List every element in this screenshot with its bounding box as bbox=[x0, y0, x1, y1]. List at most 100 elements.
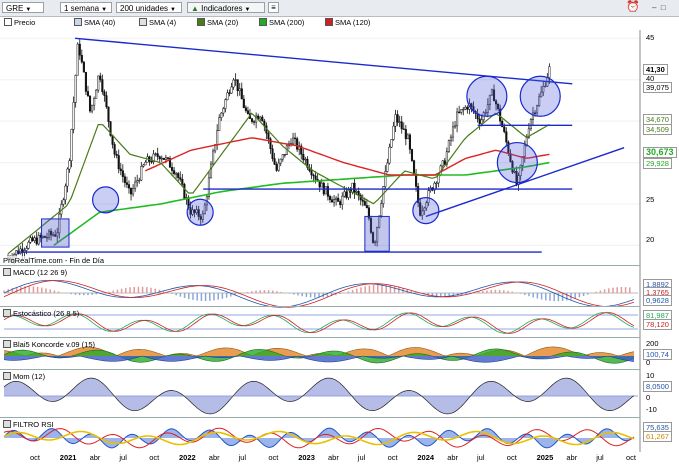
candle bbox=[529, 119, 532, 130]
candle bbox=[312, 174, 315, 177]
candle bbox=[144, 161, 147, 166]
candle bbox=[222, 108, 225, 114]
highlight-circle bbox=[466, 75, 508, 117]
time-tick: abr bbox=[89, 453, 101, 462]
candle bbox=[123, 176, 126, 183]
candle bbox=[33, 237, 36, 241]
candle bbox=[72, 102, 75, 130]
candle bbox=[365, 205, 368, 208]
candle bbox=[277, 162, 280, 171]
panel-divider[interactable] bbox=[0, 417, 640, 418]
candle bbox=[15, 250, 18, 255]
candle bbox=[68, 160, 71, 170]
time-tick: 2025 bbox=[536, 453, 554, 462]
time-tick: jul bbox=[119, 453, 127, 462]
candle bbox=[74, 75, 77, 103]
highlight-box bbox=[364, 215, 390, 252]
candle bbox=[259, 116, 262, 120]
candle bbox=[99, 75, 102, 80]
candle bbox=[326, 186, 329, 197]
candle bbox=[226, 92, 229, 101]
candle bbox=[121, 170, 124, 177]
candle bbox=[164, 157, 167, 160]
candle bbox=[345, 191, 348, 198]
candle bbox=[234, 79, 237, 81]
time-tick: 2021 bbox=[59, 453, 77, 462]
candle bbox=[296, 138, 299, 150]
stoch-d bbox=[3, 312, 635, 334]
time-tick: jul bbox=[357, 453, 366, 462]
candle bbox=[246, 110, 249, 114]
candle bbox=[156, 153, 159, 157]
candle bbox=[410, 149, 414, 161]
candle bbox=[460, 109, 463, 113]
candle bbox=[82, 61, 85, 73]
candle bbox=[458, 111, 461, 114]
candle bbox=[447, 140, 450, 152]
time-tick: abr bbox=[328, 453, 339, 462]
price-chart-svg bbox=[0, 30, 641, 452]
candle bbox=[62, 199, 65, 205]
panel-divider[interactable] bbox=[0, 369, 640, 370]
candle bbox=[261, 116, 264, 122]
candle bbox=[294, 137, 297, 140]
candle bbox=[333, 199, 336, 203]
macd-title: MACD (12 26 9) bbox=[13, 268, 68, 277]
candle bbox=[37, 235, 40, 245]
candle bbox=[216, 130, 219, 145]
candle bbox=[353, 182, 356, 193]
candle bbox=[103, 91, 106, 96]
price-tick: 20 bbox=[646, 235, 655, 244]
stoch-title: Estocástico (26 8 5) bbox=[13, 309, 80, 318]
candle bbox=[27, 241, 30, 249]
candle bbox=[464, 106, 467, 110]
candle bbox=[119, 168, 122, 171]
candle bbox=[95, 89, 98, 99]
candle bbox=[150, 161, 153, 163]
panel-divider[interactable] bbox=[0, 306, 640, 307]
candle bbox=[236, 79, 239, 92]
candle bbox=[456, 111, 459, 127]
candle bbox=[80, 54, 83, 63]
candle bbox=[129, 187, 133, 195]
candle bbox=[392, 125, 395, 140]
time-tick: 2022 bbox=[179, 453, 196, 462]
candle bbox=[337, 197, 340, 202]
mom-title: Mom (12) bbox=[13, 372, 46, 381]
candle bbox=[388, 146, 391, 164]
candle bbox=[179, 177, 182, 180]
candle bbox=[113, 144, 116, 155]
candle bbox=[548, 66, 551, 78]
time-tick: jul bbox=[238, 453, 247, 462]
candle bbox=[97, 75, 100, 91]
candle bbox=[162, 157, 165, 160]
candle bbox=[501, 120, 504, 128]
candle bbox=[310, 170, 313, 176]
candle bbox=[275, 164, 278, 171]
koncorde-title: Blai5 Koncorde v.09 (15) bbox=[13, 340, 95, 349]
candle bbox=[220, 112, 223, 118]
candle bbox=[398, 121, 401, 123]
candle bbox=[505, 131, 508, 143]
macd-swatch bbox=[3, 268, 11, 276]
candle bbox=[351, 182, 354, 193]
candle bbox=[31, 237, 34, 241]
candle bbox=[361, 199, 364, 202]
panel-divider[interactable] bbox=[0, 337, 640, 338]
last-price-box: 41,30 bbox=[643, 64, 668, 75]
candle bbox=[117, 155, 120, 170]
time-tick: oct bbox=[506, 453, 517, 462]
rsi-value: 61,267 bbox=[643, 431, 672, 442]
candle bbox=[138, 179, 141, 182]
candle bbox=[273, 158, 276, 165]
candle bbox=[314, 175, 317, 180]
candle bbox=[84, 71, 87, 92]
panel-divider[interactable] bbox=[0, 265, 640, 266]
stoch-k bbox=[3, 312, 635, 334]
candle bbox=[244, 107, 247, 111]
sma200-value-box: 30,673 bbox=[643, 147, 677, 158]
candle bbox=[66, 168, 69, 187]
candle bbox=[107, 106, 110, 122]
time-tick: jul bbox=[596, 453, 604, 462]
candle bbox=[335, 197, 338, 200]
